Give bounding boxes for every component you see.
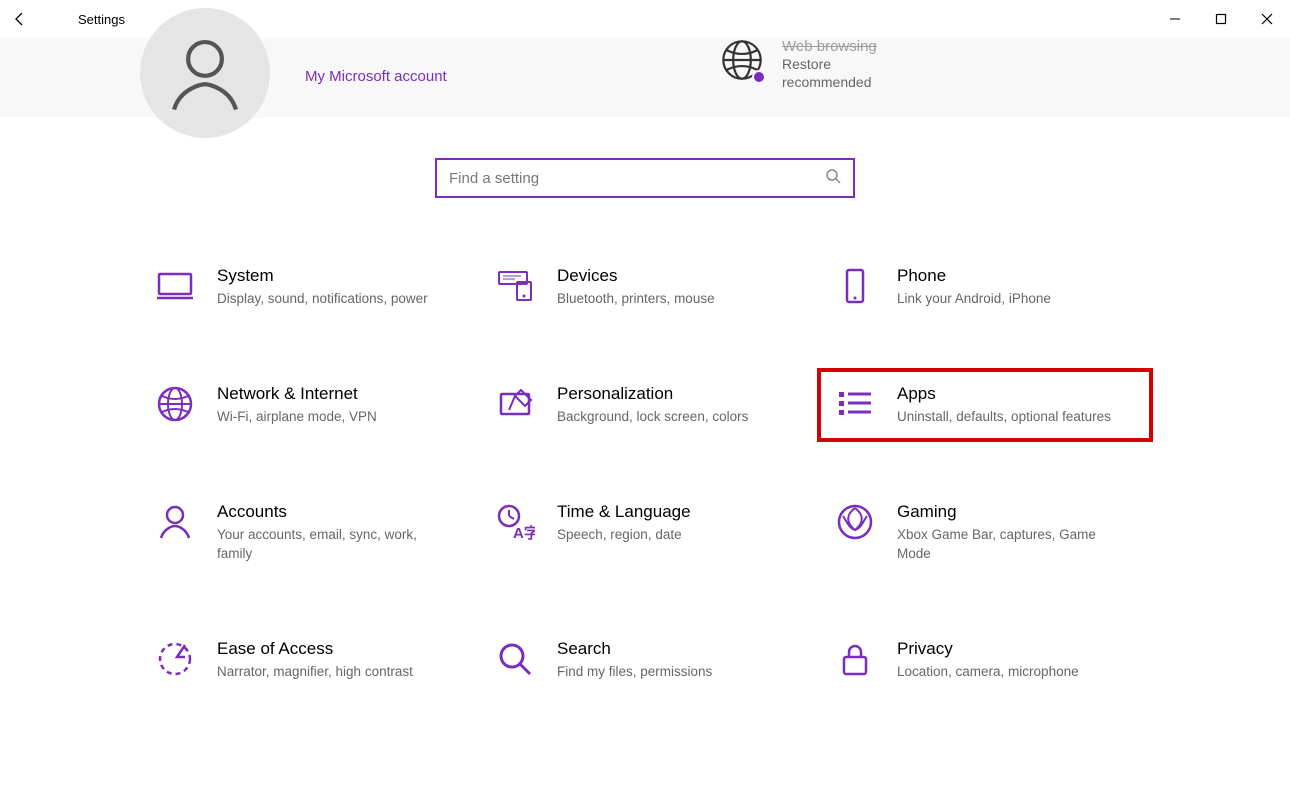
apps-icon [835,384,875,424]
tile-desc: Your accounts, email, sync, work, family [217,526,447,562]
accounts-icon [155,502,195,542]
time-language-icon: A字 [495,502,535,542]
status-dot-icon [752,70,766,84]
personalization-icon [495,384,535,424]
phone-icon [835,266,875,306]
tile-accounts[interactable]: Accounts Your accounts, email, sync, wor… [145,494,465,570]
tile-title: Privacy [897,639,1079,659]
tile-apps[interactable]: Apps Uninstall, defaults, optional featu… [825,376,1145,434]
close-button[interactable] [1244,3,1290,35]
tile-devices[interactable]: Devices Bluetooth, printers, mouse [485,258,805,316]
svg-text:A字: A字 [513,524,535,542]
tile-search[interactable]: Search Find my files, permissions [485,631,805,689]
tile-privacy[interactable]: Privacy Location, camera, microphone [825,631,1145,689]
tile-desc: Find my files, permissions [557,663,712,681]
privacy-icon [835,639,875,679]
tile-desc: Bluetooth, printers, mouse [557,290,715,308]
tile-title: Ease of Access [217,639,413,659]
gaming-icon [835,502,875,542]
ease-of-access-icon [155,639,195,679]
tile-time-language[interactable]: A字 Time & Language Speech, region, date [485,494,805,570]
tile-network[interactable]: Network & Internet Wi-Fi, airplane mode,… [145,376,465,434]
user-avatar [140,8,270,138]
tile-title: Personalization [557,384,748,404]
search-icon [825,168,841,189]
network-icon [155,384,195,424]
tile-gaming[interactable]: Gaming Xbox Game Bar, captures, Game Mod… [825,494,1145,570]
maximize-button[interactable] [1198,3,1244,35]
tile-phone[interactable]: Phone Link your Android, iPhone [825,258,1145,316]
tile-title: Apps [897,384,1111,404]
tile-title: System [217,266,428,286]
my-microsoft-account-link[interactable]: My Microsoft account [305,68,447,85]
account-header: My Microsoft account Web browsing Restor… [0,38,1290,118]
tile-desc: Location, camera, microphone [897,663,1079,681]
tile-desc: Narrator, magnifier, high contrast [217,663,413,681]
tile-title: Accounts [217,502,447,522]
tile-desc: Uninstall, defaults, optional features [897,408,1111,426]
search-input[interactable] [449,170,825,187]
tile-ease-of-access[interactable]: Ease of Access Narrator, magnifier, high… [145,631,465,689]
web-browsing-title: Web browsing [782,38,877,55]
tile-personalization[interactable]: Personalization Background, lock screen,… [485,376,805,434]
minimize-button[interactable] [1152,3,1198,35]
tile-title: Time & Language [557,502,691,522]
tile-title: Phone [897,266,1051,286]
settings-grid: System Display, sound, notifications, po… [145,258,1145,689]
tile-system[interactable]: System Display, sound, notifications, po… [145,258,465,316]
web-browsing-sub1: Restore [782,55,877,73]
tile-desc: Display, sound, notifications, power [217,290,428,308]
tile-title: Search [557,639,712,659]
tile-title: Network & Internet [217,384,377,404]
system-icon [155,266,195,306]
globe-icon [720,38,764,82]
tile-desc: Wi-Fi, airplane mode, VPN [217,408,377,426]
tile-desc: Link your Android, iPhone [897,290,1051,308]
tile-desc: Background, lock screen, colors [557,408,748,426]
search-tile-icon [495,639,535,679]
back-button[interactable] [0,11,40,27]
devices-icon [495,266,535,306]
web-browsing-sub2: recommended [782,73,877,91]
tile-title: Gaming [897,502,1127,522]
search-box[interactable] [435,158,855,198]
tile-desc: Xbox Game Bar, captures, Game Mode [897,526,1127,562]
window-title: Settings [78,12,125,27]
web-browsing-card[interactable]: Web browsing Restore recommended [720,38,877,91]
tile-title: Devices [557,266,715,286]
tile-desc: Speech, region, date [557,526,691,544]
